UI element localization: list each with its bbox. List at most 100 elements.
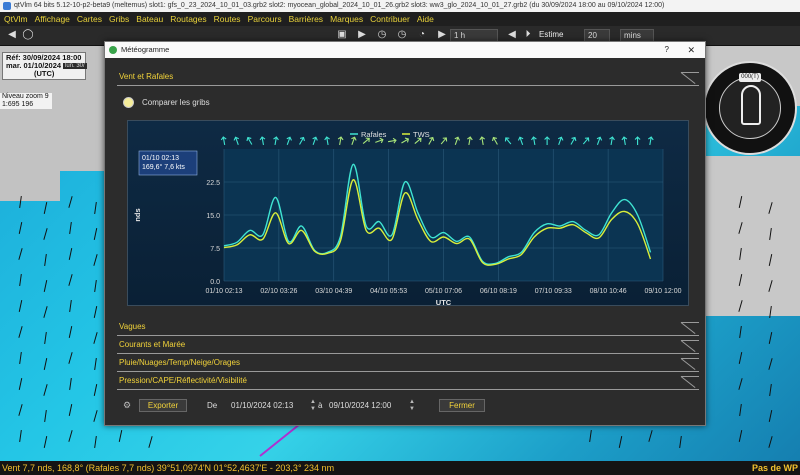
x-tick-label: 01/10 02:13: [206, 288, 243, 295]
wind-direction-arrow-icon: [582, 137, 590, 145]
meteogram-chart[interactable]: 0.0 7.5 15.0 22.5 01/10 02:13 02/10 03:26 03/1…: [127, 120, 689, 307]
section-rain-toggle: [681, 358, 699, 372]
status-bar: Vent 7,7 nds, 168,8° (Rafales 7,7 nds) 3…: [0, 461, 800, 475]
play-icon[interactable]: ▶: [356, 29, 368, 41]
wind-direction-arrow-icon: [491, 136, 498, 145]
wind-direction-arrow-icon: [233, 136, 239, 145]
wind-direction-arrow-icon: [609, 136, 615, 146]
export-icon: ⚙: [123, 400, 132, 410]
wind-direction-arrow-icon: [596, 136, 603, 145]
from-label: De: [207, 401, 218, 410]
o-icon[interactable]: ◯: [22, 29, 34, 41]
menu-qtvlm[interactable]: QtVlm: [4, 14, 28, 24]
menu-contribuer[interactable]: Contribuer: [370, 14, 410, 24]
y-tick-label: 0.0: [210, 279, 220, 286]
meteogram-icon: [109, 46, 117, 54]
compass[interactable]: 000(T): [703, 61, 797, 155]
section-currents-toggle: [681, 340, 699, 354]
vlm-icon[interactable]: ▣: [336, 29, 348, 41]
land-spain-south: [0, 171, 60, 201]
wind-direction-arrow-icon: [634, 136, 641, 145]
wind-direction-arrow-icon: [286, 136, 292, 145]
wind-direction-arrow-icon: [351, 136, 357, 145]
section-rain[interactable]: Pluie/Nuages/Temp/Neige/Orages: [117, 356, 699, 372]
to-label: à: [318, 401, 323, 410]
app-window: qtVlm 64 bits 5.12-10-p2-beta9 (meltemus…: [0, 0, 800, 475]
x-tick-label: 04/10 05:53: [370, 288, 407, 295]
wind-direction-arrow-icon: [504, 137, 512, 145]
wind-direction-arrow-icon: [337, 136, 344, 146]
wind-direction-arrow-icon: [517, 136, 524, 145]
menu-affichage[interactable]: Affichage: [35, 14, 70, 24]
menu-gribs[interactable]: Gribs: [109, 14, 129, 24]
wind-direction-arrow-icon: [273, 136, 279, 146]
app-icon: [3, 2, 11, 10]
compare-gribs-checkbox[interactable]: [123, 97, 134, 108]
close-button[interactable]: Fermer: [439, 399, 485, 412]
wind-direction-arrow-icon: [647, 136, 654, 146]
wind-direction-arrow-icon: [621, 136, 628, 146]
menu-marques[interactable]: Marques: [330, 14, 363, 24]
menu-barrieres[interactable]: Barrières: [289, 14, 323, 24]
wind-direction-arrow-icon: [467, 136, 473, 146]
to-datetime[interactable]: 09/10/2024 12:00: [329, 399, 409, 412]
y-tick-label: 15.0: [206, 213, 220, 220]
zoom-level: Niveau zoom 9: [2, 93, 49, 100]
help-button[interactable]: ?: [665, 42, 669, 58]
dialog-footer: ⚙ Exporter De 01/10/2024 02:13 ▲ ▼ à 09/1…: [117, 397, 699, 413]
section-pressure[interactable]: Pression/CAPE/Réflectivité/Visibilité: [117, 374, 699, 390]
wind-direction-arrow-icon: [544, 136, 550, 145]
y-axis-label: nds: [133, 208, 142, 221]
close-icon[interactable]: ✕: [687, 42, 695, 58]
wind-direction-arrow-icon: [299, 136, 305, 145]
menu-routes[interactable]: Routes: [214, 14, 241, 24]
hover-tooltip-text: 169,6° 7,6 kts: [142, 163, 185, 171]
section-wind-label: Vent et Rafales: [119, 72, 174, 81]
export-button[interactable]: Exporter: [139, 399, 187, 412]
from-datetime[interactable]: 01/10/2024 02:13: [231, 399, 309, 412]
menu-bateau[interactable]: Bateau: [136, 14, 163, 24]
from-spinner-icon[interactable]: ▲ ▼: [310, 399, 316, 412]
wind-direction-arrow-icon: [246, 136, 253, 145]
section-wind[interactable]: Vent et Rafales: [117, 70, 699, 86]
wind-direction-arrow-icon: [479, 136, 486, 146]
boat-icon: [741, 85, 761, 125]
clock-icon[interactable]: ◔: [416, 29, 428, 41]
legend-label-rafales: Rafales: [361, 130, 387, 139]
menu-bar: QtVlm Affichage Cartes Gribs Bateau Rout…: [0, 12, 800, 26]
menu-cartes[interactable]: Cartes: [77, 14, 102, 24]
menu-aide[interactable]: Aide: [417, 14, 434, 24]
wind-direction-arrow-icon: [387, 137, 397, 144]
section-waves-toggle: [681, 322, 699, 336]
wind-direction-arrow-icon: [531, 136, 537, 146]
status-wind: Vent 7,7 nds, 168,8° (Rafales 7,7 nds) 3…: [2, 463, 335, 473]
date-tooltip: lun. 30/: [63, 63, 87, 69]
to-spinner-icon[interactable]: ▲ ▼: [409, 399, 415, 412]
wind-direction-arrow-icon: [570, 136, 577, 145]
play-circle-icon[interactable]: ⏵: [522, 29, 534, 41]
section-waves[interactable]: Vagues: [117, 320, 699, 336]
wind-direction-arrow-icon: [312, 136, 318, 145]
next-icon[interactable]: ▶: [436, 29, 448, 41]
wind-direction-arrow-icon: [220, 136, 227, 146]
back-icon[interactable]: ◀: [6, 29, 18, 41]
title-bar: qtVlm 64 bits 5.12-10-p2-beta9 (meltemus…: [0, 0, 800, 12]
time-icon[interactable]: ◷: [376, 29, 388, 41]
meteogram-dialog: Météogramme ? ✕ Vent et Rafales Comparer…: [104, 41, 706, 426]
compare-row: Comparer les gribs: [123, 97, 210, 108]
section-currents[interactable]: Courants et Marée: [117, 338, 699, 354]
x-tick-label: 08/10 10:46: [590, 288, 627, 295]
menu-routages[interactable]: Routages: [170, 14, 206, 24]
wind-direction-arrow-icon: [440, 137, 448, 145]
step-back-icon[interactable]: ◀: [506, 29, 518, 41]
x-axis-label: UTC: [436, 298, 452, 307]
menu-parcours[interactable]: Parcours: [248, 14, 282, 24]
hover-tooltip-text: 01/10 02:13: [142, 155, 179, 162]
section-currents-label: Courants et Marée: [119, 340, 186, 349]
wind-direction-arrow-icon: [454, 136, 461, 145]
y-tick-label: 7.5: [210, 246, 220, 253]
legend-label-tws: TWS: [413, 130, 430, 139]
time-plus-icon[interactable]: ◷: [396, 29, 408, 41]
zoom-info: Niveau zoom 9 1:695 196: [0, 93, 52, 109]
section-pressure-label: Pression/CAPE/Réflectivité/Visibilité: [119, 376, 247, 385]
